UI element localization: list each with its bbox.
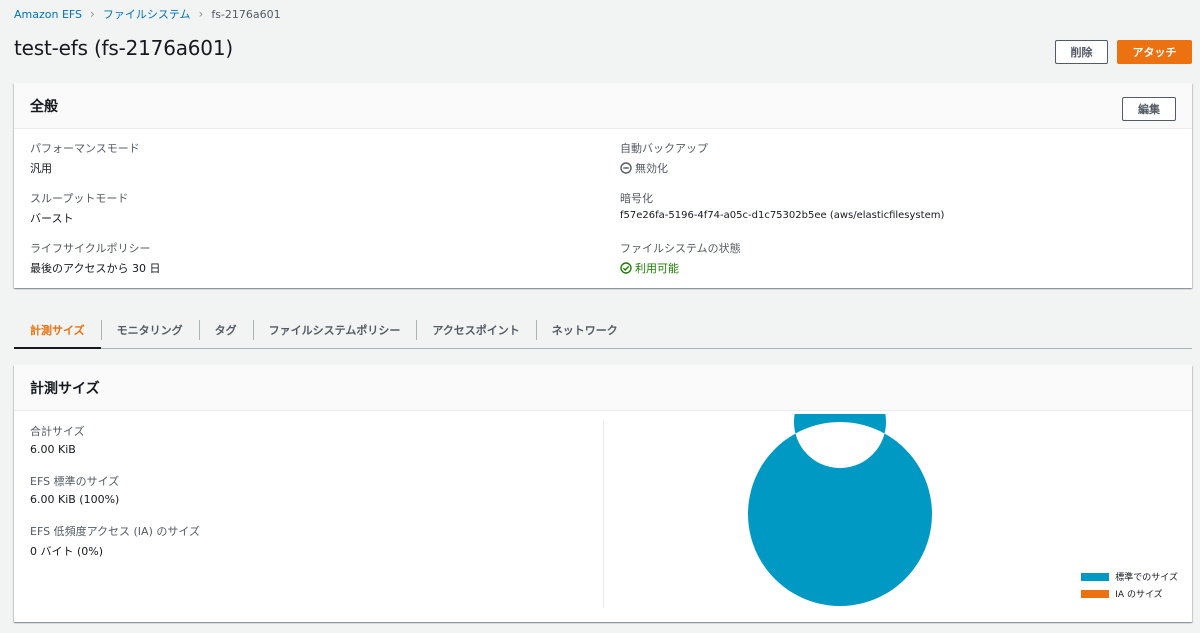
tab-metered-size[interactable]: 計測サイズ — [14, 312, 101, 349]
tab-monitoring[interactable]: モニタリング — [100, 312, 199, 348]
performance-mode-label: パフォーマンスモード — [30, 142, 140, 155]
throughput-mode-value: バースト — [30, 212, 74, 225]
auto-backup-value: 無効化 — [620, 160, 668, 176]
delete-button[interactable]: 削除 — [1055, 40, 1108, 64]
chevron-right-icon: › — [198, 7, 204, 21]
tab-network[interactable]: ネットワーク — [535, 312, 634, 348]
metered-size-panel-title: 計測サイズ — [30, 380, 100, 397]
state-label: ファイルシステムの状態 — [620, 242, 741, 255]
attach-button[interactable]: アタッチ — [1117, 40, 1192, 64]
encryption-value: f57e26fa-5196-4f74-a05c-d1c75302b5ee (aw… — [620, 210, 945, 221]
disabled-icon — [620, 162, 632, 174]
metered-size-panel: 計測サイズ 合計サイズ 6.00 KiB EFS 標準のサイズ 6.00 KiB… — [14, 365, 1192, 622]
total-size-label: 合計サイズ — [30, 425, 85, 438]
legend-label-ia: IA のサイズ — [1115, 590, 1163, 600]
state-value-text: 利用可能 — [635, 262, 679, 275]
tab-tags[interactable]: タグ — [198, 312, 253, 348]
page-title: test-efs (fs-2176a601) — [14, 36, 233, 60]
general-panel-header: 全般 編集 — [14, 83, 1192, 129]
breadcrumb: Amazon EFS › ファイルシステム › fs-2176a601 — [14, 6, 281, 22]
breadcrumb-file-systems[interactable]: ファイルシステム — [103, 6, 191, 22]
throughput-mode-label: スループットモード — [30, 192, 129, 205]
legend-item-ia: IA のサイズ — [1081, 587, 1178, 600]
size-donut-chart — [748, 414, 932, 606]
tab-file-system-policy[interactable]: ファイルシステムポリシー — [252, 312, 417, 348]
ia-size-label: EFS 低頻度アクセス (IA) のサイズ — [30, 525, 201, 538]
tab-access-points[interactable]: アクセスポイント — [416, 312, 535, 348]
total-size-value: 6.00 KiB — [30, 443, 76, 456]
check-circle-icon — [620, 262, 632, 274]
chart-legend: 標準でのサイズ IA のサイズ — [1081, 570, 1178, 604]
legend-swatch-standard — [1081, 572, 1110, 581]
ia-size-value: 0 バイト (0%) — [30, 545, 104, 558]
chevron-right-icon: › — [90, 7, 95, 21]
lifecycle-policy-label: ライフサイクルポリシー — [30, 242, 151, 255]
edit-button[interactable]: 編集 — [1122, 97, 1176, 121]
lifecycle-policy-value: 最後のアクセスから 30 日 — [30, 262, 161, 275]
general-panel: 全般 編集 パフォーマンスモード 汎用 スループットモード バースト ライフサイ… — [14, 83, 1192, 288]
breadcrumb-efs[interactable]: Amazon EFS — [14, 8, 82, 21]
legend-swatch-ia — [1081, 589, 1110, 598]
auto-backup-value-text: 無効化 — [635, 162, 668, 175]
breadcrumb-current: fs-2176a601 — [211, 7, 281, 21]
standard-size-value: 6.00 KiB (100%) — [30, 493, 120, 506]
state-value: 利用可能 — [620, 260, 679, 276]
metered-size-panel-body: 合計サイズ 6.00 KiB EFS 標準のサイズ 6.00 KiB (100%… — [14, 411, 1192, 622]
divider — [603, 421, 604, 608]
encryption-label: 暗号化 — [620, 192, 653, 205]
performance-mode-value: 汎用 — [30, 162, 52, 175]
legend-item-standard: 標準でのサイズ — [1081, 570, 1178, 583]
auto-backup-label: 自動バックアップ — [620, 142, 708, 155]
metered-size-panel-header: 計測サイズ — [14, 365, 1192, 411]
general-panel-body: パフォーマンスモード 汎用 スループットモード バースト ライフサイクルポリシー… — [14, 129, 1192, 288]
tab-bar: 計測サイズ モニタリング タグ ファイルシステムポリシー アクセスポイント ネッ… — [14, 312, 1192, 349]
legend-label-standard: 標準でのサイズ — [1115, 573, 1178, 583]
general-panel-title: 全般 — [30, 98, 58, 115]
standard-size-label: EFS 標準のサイズ — [30, 475, 120, 488]
